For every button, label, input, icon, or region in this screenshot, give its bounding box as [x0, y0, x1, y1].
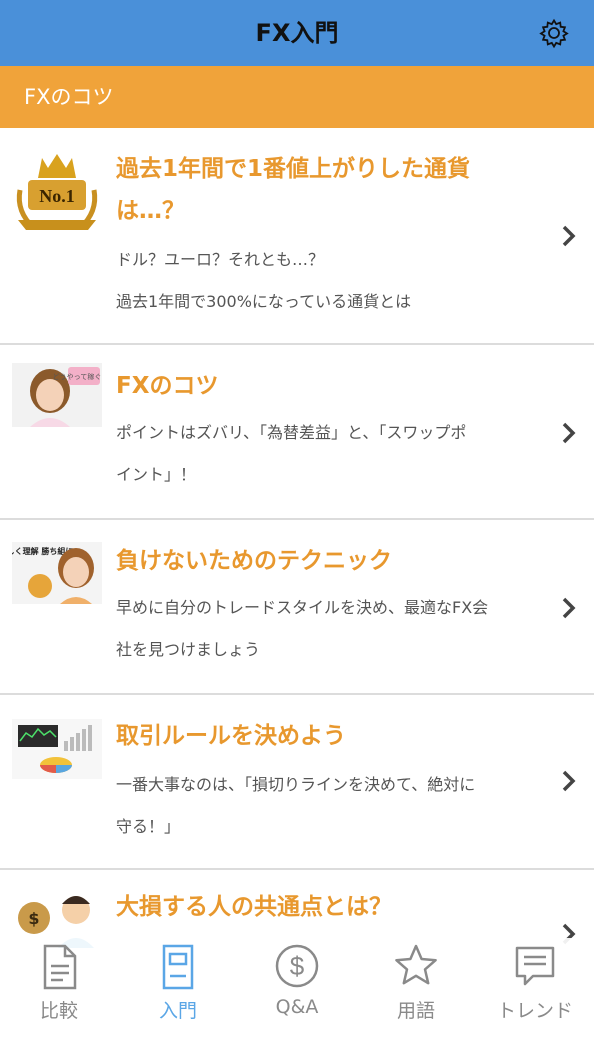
tab-label: 用語	[396, 1000, 435, 1022]
chat-icon	[515, 946, 555, 986]
article-title: 大損する人の共通点とは？	[116, 894, 392, 920]
tab-glossary[interactable]: 用語	[357, 938, 475, 1024]
svg-text:$: $	[28, 909, 39, 928]
dollar-icon: $	[275, 944, 319, 988]
article-description-line: 早めに自分のトレードスタイルを決め、最適なFX会	[116, 598, 489, 617]
tab-trend[interactable]: トレンド	[476, 938, 594, 1024]
star-icon	[395, 944, 437, 985]
article-description-line: ポイントはズバリ、「為替差益」と、「スワップポ	[116, 423, 467, 442]
tab-intro[interactable]: 入門	[119, 938, 237, 1024]
article-list: No.1 過去1年間で1番値上がりした通貨は…？ ドル？ユーロ？それとも…？ 過…	[0, 128, 594, 1045]
tab-label: 比較	[39, 1000, 78, 1022]
chart-thumbnail	[12, 719, 102, 779]
chevron-right-icon	[562, 770, 576, 792]
article-description-line: 守る！」	[116, 817, 181, 836]
svg-text:$: $	[290, 951, 305, 981]
article-item-1[interactable]: No.1 過去1年間で1番値上がりした通貨は…？ ドル？ユーロ？それとも…？ 過…	[0, 128, 594, 345]
article-title: FXのコツ	[116, 373, 219, 399]
tab-comparison[interactable]: 比較	[0, 938, 118, 1024]
tab-bar: 比較 入門 $ Q&A 用語 トレンド	[0, 938, 594, 1024]
document-icon	[43, 944, 77, 990]
chevron-right-icon	[562, 597, 576, 619]
article-title: 負けないためのテクニック	[116, 548, 392, 574]
article-description-line: 社を見つけましょう	[116, 640, 261, 659]
article-item-3[interactable]: 正しく理解 勝ち組に 負けないためのテクニック 早めに自分のトレードスタイルを決…	[0, 520, 594, 695]
woman-thinking-thumbnail: どうやって稼ぐの？	[12, 363, 102, 427]
app-title: FX入門	[255, 19, 339, 47]
no1-crown-thumbnail: No.1	[16, 154, 98, 230]
thumb-text: どうやって稼ぐの？	[53, 372, 102, 381]
chevron-right-icon	[562, 225, 576, 247]
tab-label: Q&A	[275, 996, 319, 1018]
section-title: FXのコツ	[24, 85, 114, 109]
settings-button[interactable]	[538, 17, 570, 49]
article-description-line: イント」！	[116, 465, 197, 484]
gear-icon	[539, 18, 569, 49]
section-header: FXのコツ	[0, 66, 594, 128]
article-item-4[interactable]: 取引ルールを決めよう 一番大事なのは、「損切りラインを決めて、絶対に 守る！」	[0, 695, 594, 870]
tab-label: トレンド	[496, 1000, 573, 1022]
tab-label: 入門	[158, 1000, 197, 1022]
app-header: FX入門	[0, 0, 594, 66]
book-icon	[162, 944, 194, 990]
article-item-2[interactable]: どうやって稼ぐの？ FXのコツ ポイントはズバリ、「為替差益」と、「スワップポ …	[0, 345, 594, 520]
article-description-line: 過去1年間で300%になっている通貨とは	[116, 292, 412, 311]
chevron-right-icon	[562, 422, 576, 444]
thumb-text: No.1	[39, 186, 75, 206]
article-description-line: 一番大事なのは、「損切りラインを決めて、絶対に	[116, 775, 476, 794]
article-title: 取引ルールを決めよう	[116, 723, 346, 749]
woman-pointing-thumbnail: 正しく理解 勝ち組に	[12, 542, 102, 604]
tab-qa[interactable]: $ Q&A	[238, 938, 356, 1024]
article-description-line: ドル？ユーロ？それとも…？	[116, 250, 325, 269]
article-title: 過去1年間で1番値上がりした通貨は…？	[116, 156, 471, 224]
